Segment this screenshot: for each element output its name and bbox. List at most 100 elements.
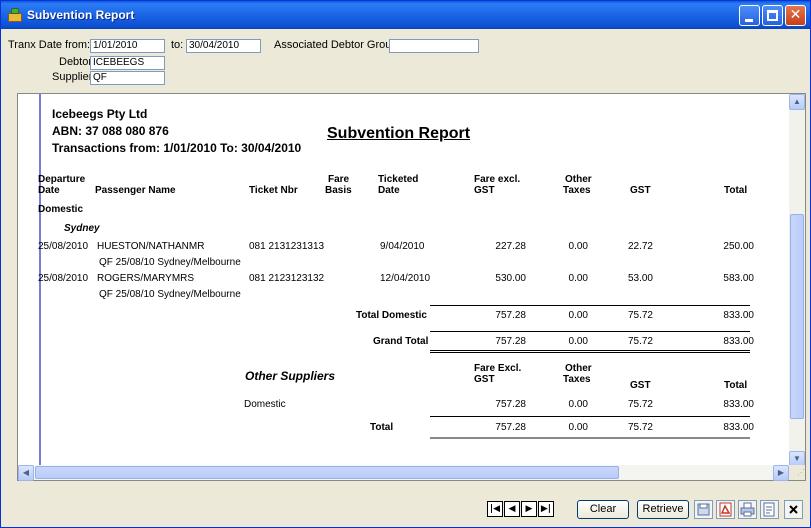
last-page-button[interactable]: ▶| bbox=[538, 501, 554, 517]
col-departure-date-line2: Date bbox=[38, 185, 60, 196]
col-fare-excl-gst-line1: Fare excl. bbox=[474, 174, 521, 185]
col-other-taxes-line2: Taxes bbox=[563, 185, 591, 196]
report-title: Subvention Report bbox=[327, 125, 471, 142]
row1-ticketed-date: 9/04/2010 bbox=[380, 241, 425, 252]
app-icon bbox=[8, 8, 22, 22]
col-ticket-nbr: Ticket Nbr bbox=[249, 185, 298, 196]
horizontal-scrollbar[interactable]: ◀ ▶ bbox=[18, 465, 789, 481]
company-abn: ABN: 37 088 080 876 bbox=[52, 124, 169, 138]
row2-ticketed-date: 12/04/2010 bbox=[380, 273, 431, 284]
os-total-label: Total bbox=[370, 422, 394, 433]
next-page-button[interactable]: ▶ bbox=[521, 501, 537, 517]
col-other-taxes-line1: Other bbox=[565, 174, 592, 185]
col-total: Total bbox=[724, 185, 748, 196]
col-gst: GST bbox=[630, 185, 651, 196]
total-domestic-fare: 757.28 bbox=[495, 310, 526, 321]
transactions-range: Transactions from: 1/01/2010 To: 30/04/2… bbox=[52, 141, 302, 155]
row1-passenger: HUESTON/NATHANMR bbox=[97, 241, 205, 252]
title-bar: Subvention Report ✕ bbox=[1, 1, 810, 29]
close-icon: ✕ bbox=[789, 7, 802, 23]
pdf-icon bbox=[719, 502, 732, 517]
first-page-button[interactable]: |◀ bbox=[487, 501, 503, 517]
preview-button[interactable] bbox=[760, 500, 779, 519]
scroll-right-icon[interactable]: ▶ bbox=[773, 465, 789, 481]
vertical-scrollbar[interactable]: ▲ ▼ bbox=[789, 94, 805, 467]
retrieve-button[interactable]: Retrieve bbox=[637, 500, 689, 519]
col-departure-date-line1: Departure bbox=[38, 174, 86, 185]
row2-fare-excl-gst: 530.00 bbox=[495, 273, 526, 284]
report-viewer[interactable]: Icebeegs Pty Ltd ABN: 37 088 080 876 Tra… bbox=[17, 93, 806, 481]
prev-page-icon: ◀ bbox=[508, 504, 516, 514]
grand-total-rule-top bbox=[430, 331, 750, 332]
tranx-date-from-label: Tranx Date from: bbox=[8, 39, 91, 51]
grand-total-gst: 75.72 bbox=[627, 336, 653, 347]
last-page-icon: ▶| bbox=[540, 504, 552, 514]
minimize-button[interactable] bbox=[739, 5, 760, 26]
pdf-button[interactable] bbox=[716, 500, 735, 519]
scroll-up-icon[interactable]: ▲ bbox=[789, 94, 805, 110]
prev-page-button[interactable]: ◀ bbox=[504, 501, 520, 517]
first-page-icon: |◀ bbox=[489, 504, 501, 514]
os-col-fare-line2: GST bbox=[474, 374, 495, 385]
row2-detail: QF 25/08/10 Sydney/Melbourne bbox=[99, 289, 241, 300]
os-col-gst: GST bbox=[630, 380, 651, 391]
bottom-toolbar: |◀ ◀ ▶ ▶| Clear Retrieve bbox=[1, 495, 810, 527]
save-icon bbox=[697, 503, 710, 516]
scroll-left-icon[interactable]: ◀ bbox=[18, 465, 34, 481]
other-suppliers-title: Other Suppliers bbox=[245, 369, 336, 383]
row1-other-taxes: 0.00 bbox=[568, 241, 588, 252]
group-domestic: Domestic bbox=[38, 204, 84, 215]
col-ticketed-date-line1: Ticketed bbox=[378, 174, 419, 185]
criteria-panel: Tranx Date from: 1/01/2010 to: 30/04/201… bbox=[1, 29, 810, 89]
row2-ticket-nbr: 081 2123123132 bbox=[249, 273, 325, 284]
debtor-input[interactable]: ICEBEEGS bbox=[90, 56, 165, 70]
page-navigation: |◀ ◀ ▶ ▶| bbox=[487, 501, 554, 517]
associated-debtor-group-input[interactable] bbox=[389, 39, 479, 53]
os-col-fare-line1: Fare Excl. bbox=[474, 363, 522, 374]
associated-debtor-group-label: Associated Debtor Group: bbox=[274, 39, 401, 51]
print-button[interactable] bbox=[738, 500, 757, 519]
total-domestic-gst: 75.72 bbox=[627, 310, 653, 321]
row1-total: 250.00 bbox=[723, 241, 754, 252]
total-domestic-total: 833.00 bbox=[723, 310, 754, 321]
tranx-date-to-input[interactable]: 30/04/2010 bbox=[186, 39, 261, 53]
horizontal-scroll-thumb[interactable] bbox=[35, 466, 619, 479]
os-col-other-taxes-line2: Taxes bbox=[563, 374, 591, 385]
close-window-button[interactable]: ✕ bbox=[785, 5, 806, 26]
row2-passenger: ROGERS/MARYMRS bbox=[97, 273, 195, 284]
os-row-total: 833.00 bbox=[723, 399, 754, 410]
row1-detail: QF 25/08/10 Sydney/Melbourne bbox=[99, 257, 241, 268]
resize-grip-icon[interactable]: ⋰ bbox=[789, 465, 805, 480]
maximize-button[interactable] bbox=[762, 5, 783, 26]
supplier-label: Supplier: bbox=[52, 71, 96, 83]
row2-departure-date: 25/08/2010 bbox=[38, 273, 89, 284]
col-fare-basis-line1: Fare bbox=[328, 174, 350, 185]
tranx-date-from-input[interactable]: 1/01/2010 bbox=[90, 39, 165, 53]
maximize-icon bbox=[767, 10, 778, 21]
grand-total-total: 833.00 bbox=[723, 336, 754, 347]
os-total-fare: 757.28 bbox=[495, 422, 526, 433]
clear-button[interactable]: Clear bbox=[577, 500, 629, 519]
close-icon bbox=[789, 505, 798, 514]
minimize-icon bbox=[745, 19, 753, 22]
grand-total-other-taxes: 0.00 bbox=[568, 336, 588, 347]
row2-other-taxes: 0.00 bbox=[568, 273, 588, 284]
os-row-fare: 757.28 bbox=[495, 399, 526, 410]
col-fare-excl-gst-line2: GST bbox=[474, 185, 495, 196]
os-row-other-taxes: 0.00 bbox=[568, 399, 588, 410]
row1-ticket-nbr: 081 2131231313 bbox=[249, 241, 325, 252]
grand-total-fare: 757.28 bbox=[495, 336, 526, 347]
supplier-input[interactable]: QF bbox=[90, 71, 165, 85]
os-col-total: Total bbox=[724, 380, 748, 391]
os-col-other-taxes-line1: Other bbox=[565, 363, 592, 374]
vertical-scroll-thumb[interactable] bbox=[790, 214, 804, 419]
close-report-button[interactable] bbox=[784, 500, 803, 519]
row2-gst: 53.00 bbox=[627, 273, 653, 284]
subvention-report-window: Subvention Report ✕ Tranx Date from: 1/0… bbox=[0, 0, 811, 528]
total-domestic-rule bbox=[430, 305, 750, 306]
save-button[interactable] bbox=[694, 500, 713, 519]
col-passenger-name: Passenger Name bbox=[95, 185, 176, 196]
preview-icon bbox=[763, 502, 775, 517]
subgroup-sydney: Sydney bbox=[64, 223, 100, 234]
col-ticketed-date-line2: Date bbox=[378, 185, 400, 196]
